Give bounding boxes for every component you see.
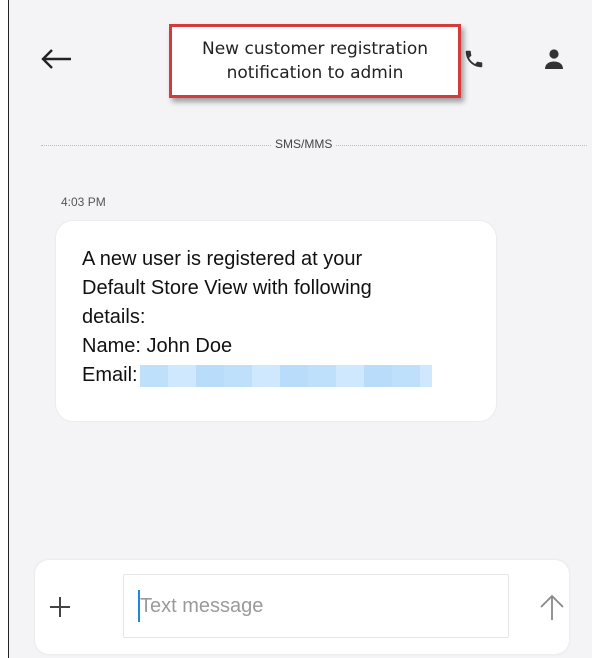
message-bubble[interactable]: A new user is registered at your Default…	[55, 220, 497, 422]
send-button[interactable]	[535, 590, 569, 624]
message-line-1: A new user is registered at your	[82, 248, 363, 270]
callout-line-1: New customer registration	[201, 39, 429, 59]
messaging-screen: New customer registration notification t…	[8, 0, 592, 658]
back-button[interactable]	[39, 44, 73, 74]
message-line-5: Email:	[82, 361, 474, 390]
divider-label: SMS/MMS	[271, 137, 337, 151]
contact-button[interactable]	[539, 44, 569, 74]
message-line-3: details:	[82, 306, 146, 328]
add-attachment-button[interactable]	[45, 592, 75, 622]
person-icon	[545, 49, 563, 69]
message-line-4: Name: John Doe	[82, 335, 233, 357]
send-arrow-up-icon	[540, 594, 564, 620]
message-input[interactable]	[123, 574, 509, 638]
redacted-email	[139, 364, 432, 387]
phone-icon	[465, 50, 483, 68]
annotation-callout: New customer registration notification t…	[169, 24, 461, 98]
email-label: Email:	[82, 364, 138, 386]
back-arrow-icon	[41, 49, 71, 69]
callout-line-2: notification to admin	[226, 63, 404, 83]
plus-icon	[50, 597, 70, 617]
message-line-2: Default Store View with following	[82, 277, 372, 299]
text-caret	[138, 590, 140, 622]
call-button[interactable]	[459, 44, 489, 74]
message-timestamp: 4:03 PM	[61, 195, 106, 209]
